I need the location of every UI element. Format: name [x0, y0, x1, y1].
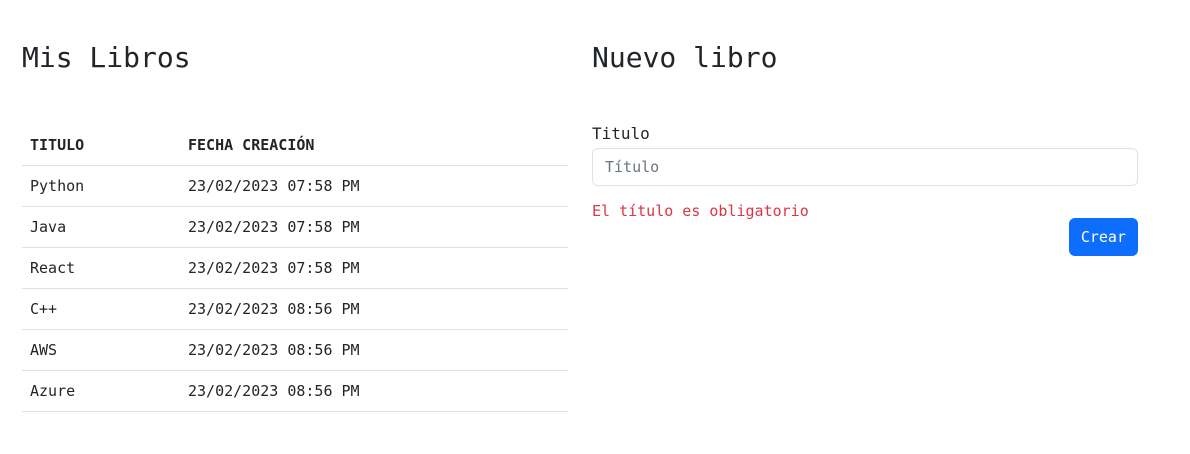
book-title-cell: Java	[22, 206, 180, 248]
table-row: React 23/02/2023 07:58 PM	[22, 247, 568, 289]
books-panel: Mis Libros TITULO FECHA CREACIÓN Python …	[22, 38, 568, 412]
table-row: C++ 23/02/2023 08:56 PM	[22, 288, 568, 330]
book-date-cell: 23/02/2023 07:58 PM	[180, 247, 568, 289]
column-header-titulo: TITULO	[22, 125, 180, 166]
new-book-form: Titulo El título es obligatorio Crear	[592, 124, 1138, 256]
books-title: Mis Libros	[22, 41, 191, 74]
titulo-input[interactable]	[592, 148, 1138, 186]
book-date-cell: 23/02/2023 08:56 PM	[180, 329, 568, 371]
new-book-title: Nuevo libro	[592, 41, 778, 74]
new-book-panel: Nuevo libro Titulo El título es obligato…	[592, 38, 1138, 256]
book-title-cell: React	[22, 247, 180, 289]
crear-button[interactable]: Crear	[1068, 218, 1138, 256]
table-row: AWS 23/02/2023 08:56 PM	[22, 329, 568, 371]
column-header-fecha: FECHA CREACIÓN	[180, 125, 568, 166]
titulo-label: Titulo	[592, 124, 650, 143]
book-title-cell: Python	[22, 165, 180, 207]
book-date-cell: 23/02/2023 07:58 PM	[180, 165, 568, 207]
book-title-cell: C++	[22, 288, 180, 330]
form-actions: Crear	[592, 218, 1138, 256]
book-date-cell: 23/02/2023 07:58 PM	[180, 206, 568, 248]
book-title-cell: Azure	[22, 370, 180, 412]
table-row: Python 23/02/2023 07:58 PM	[22, 165, 568, 207]
book-date-cell: 23/02/2023 08:56 PM	[180, 288, 568, 330]
book-date-cell: 23/02/2023 08:56 PM	[180, 370, 568, 412]
book-title-cell: AWS	[22, 329, 180, 371]
books-table: TITULO FECHA CREACIÓN Python 23/02/2023 …	[22, 125, 568, 412]
table-row: Azure 23/02/2023 08:56 PM	[22, 370, 568, 412]
table-row: Java 23/02/2023 07:58 PM	[22, 206, 568, 248]
table-header-row: TITULO FECHA CREACIÓN	[22, 125, 568, 166]
